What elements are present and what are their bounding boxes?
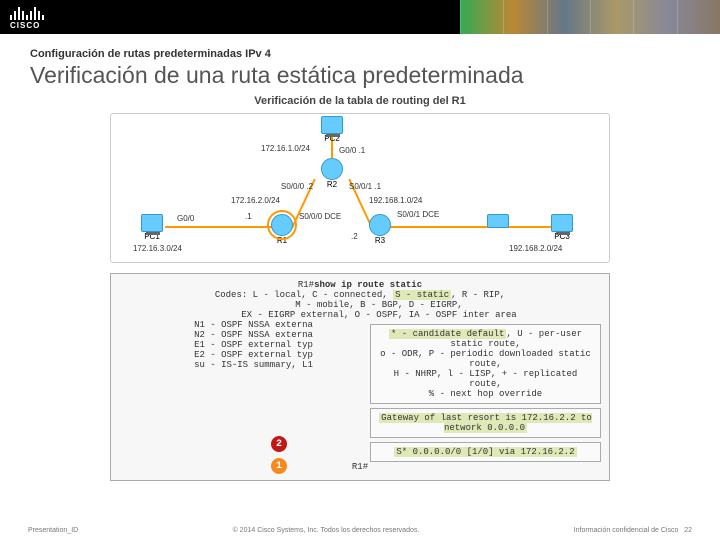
cli-highlight: S* 0.0.0.0/0 [1/0] via 172.16.2.2: [394, 447, 576, 457]
net-label: 192.168.2.0/24: [509, 244, 562, 253]
cli-route-box: S* 0.0.0.0/0 [1/0] via 172.16.2.2: [370, 442, 601, 462]
callout-2: 2: [271, 436, 287, 452]
cli-text: su - IS-IS summary, L1: [119, 360, 350, 370]
slide-footer: Presentation_ID © 2014 Cisco Systems, In…: [0, 527, 720, 534]
net-label: 172.16.3.0/24: [133, 244, 182, 253]
cli-output: R1#show ip route static Codes: L - local…: [110, 273, 610, 481]
cli-text: EX - EIGRP external, O - OSPF, IA - OSPF…: [119, 310, 601, 320]
switch-icon: [487, 214, 509, 228]
cli-highlight: * - candidate default: [389, 329, 506, 339]
banner-people-image: [460, 0, 720, 34]
cli-text: E1 - OSPF external typ: [119, 340, 350, 350]
pc-icon: [321, 116, 343, 134]
link: [381, 226, 497, 228]
net-label: 192.168.1.0/24: [369, 196, 422, 205]
cli-text: H - NHRP, l - LISP, + - replicated route…: [377, 369, 594, 389]
iface-label: S0/0/0 .2: [281, 182, 313, 191]
cli-text: % - next hop override: [377, 389, 594, 399]
r1-device: R1: [271, 214, 293, 245]
r2-label: R2: [321, 180, 343, 189]
pc3-device: PC3: [551, 214, 573, 241]
footer-page-number: 22: [684, 527, 692, 534]
cli-highlight: S - static: [393, 290, 451, 300]
diagram-container: Verificación de la tabla de routing del …: [110, 95, 610, 481]
router-icon: [271, 214, 293, 236]
r3-label: R3: [369, 236, 391, 245]
cli-text: Codes:: [215, 290, 247, 300]
r3-device: R3: [369, 214, 391, 245]
top-banner: CISCO: [0, 0, 720, 34]
pc2-device: PC2: [321, 116, 343, 143]
cli-text: E2 - OSPF external typ: [119, 350, 350, 360]
pc-icon: [551, 214, 573, 232]
cli-text: o - ODR, P - periodic downloaded static …: [377, 349, 594, 369]
pc-icon: [141, 214, 163, 232]
r2-device: R2: [321, 158, 343, 189]
cli-gateway-box: Gateway of last resort is 172.16.2.2 to …: [370, 408, 601, 438]
cli-text: N2 - OSPF NSSA externa: [119, 330, 350, 340]
iface-label: G0/0: [177, 214, 194, 223]
callout-1: 1: [271, 458, 287, 474]
brand-text: CISCO: [10, 21, 40, 30]
cli-prompt-end: R1#: [119, 462, 601, 472]
cisco-bars-icon: [10, 4, 44, 20]
cli-text: , R - RIP,: [451, 290, 505, 300]
cli-text: N1 - OSPF NSSA externa: [119, 320, 350, 330]
cisco-logo: CISCO: [10, 4, 44, 30]
cli-text: M - mobile, B - BGP, D - EIGRP,: [119, 300, 601, 310]
footer-left: Presentation_ID: [28, 527, 78, 534]
footer-center: © 2014 Cisco Systems, Inc. Todos los der…: [233, 527, 420, 534]
network-topology: PC2 172.16.1.0/24 G0/0 .1 R2 S0/0/0 .2 S…: [110, 113, 610, 263]
iface-label: S0/0/1 .1: [349, 182, 381, 191]
net-label: 172.16.2.0/24: [231, 196, 280, 205]
link: [165, 226, 281, 228]
slide-subtitle: Configuración de rutas predeterminadas I…: [30, 48, 720, 60]
cli-command: show ip route static: [314, 280, 422, 290]
iface-label: .1: [245, 212, 252, 221]
iface-label: .2: [351, 232, 358, 241]
cli-codes-box: * - candidate default, U - per-user stat…: [370, 324, 601, 404]
cli-text: L - local, C - connected,: [253, 290, 388, 300]
pc1-device: PC1: [141, 214, 163, 241]
router-icon: [321, 158, 343, 180]
net-label: 172.16.1.0/24: [261, 144, 310, 153]
footer-right-a: Información confidencial de Cisco: [574, 527, 679, 534]
r1-label: R1: [271, 236, 293, 245]
slide-title: Verificación de una ruta estática predet…: [30, 62, 720, 89]
iface-label: G0/0 .1: [339, 146, 365, 155]
diagram-caption: Verificación de la tabla de routing del …: [110, 95, 610, 107]
router-icon: [369, 214, 391, 236]
iface-label: S0/0/1 DCE: [397, 210, 439, 219]
cli-prompt: R1#: [298, 280, 314, 290]
iface-label: S0/0/0 DCE: [299, 212, 341, 221]
cli-highlight: Gateway of last resort is 172.16.2.2 to …: [379, 413, 592, 433]
switch-device: [487, 214, 509, 228]
